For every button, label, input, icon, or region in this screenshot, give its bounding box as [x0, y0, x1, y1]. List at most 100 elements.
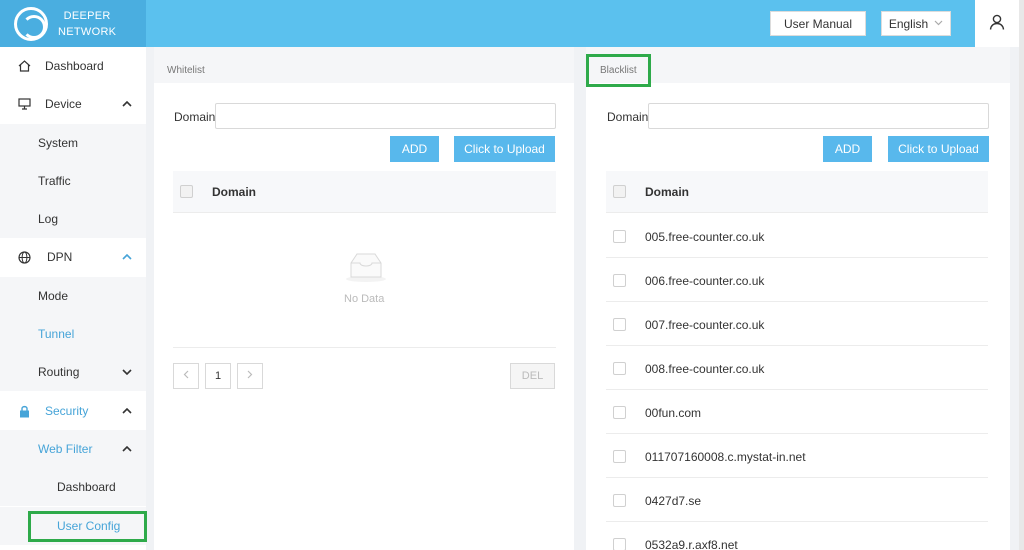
brand-name: DEEPER NETWORK [58, 8, 116, 40]
sidebar-item-dpn[interactable]: DPN [0, 238, 146, 276]
row-checkbox[interactable] [613, 538, 626, 550]
whitelist-delete-button[interactable]: DEL [510, 363, 555, 389]
whitelist-column-domain: Domain [212, 185, 257, 199]
sidebar-item-web-filter-dashboard[interactable]: Dashboard [0, 468, 146, 506]
empty-inbox-icon [344, 250, 388, 284]
user-icon [989, 14, 1005, 33]
sidebar-item-label: Dashboard [45, 59, 104, 73]
row-checkbox[interactable] [613, 450, 626, 463]
whitelist-table-divider [173, 347, 556, 348]
chevron-down-icon [121, 365, 133, 379]
row-checkbox[interactable] [613, 406, 626, 419]
sidebar-item-label: Security [45, 404, 89, 418]
sidebar-item-tunnel[interactable]: Tunnel [0, 315, 146, 353]
domain-cell: 007.free-counter.co.uk [645, 318, 765, 332]
domain-cell: 011707160008.c.mystat-in.net [645, 450, 806, 464]
sidebar-item-label: Dashboard [57, 480, 116, 494]
top-header: DEEPER NETWORK User Manual English [0, 0, 1024, 47]
sidebar-item-device[interactable]: Device [0, 85, 146, 123]
whitelist-table-header: Domain [173, 171, 556, 213]
row-checkbox[interactable] [613, 494, 626, 507]
table-row[interactable]: 008.free-counter.co.uk [606, 346, 988, 390]
domain-cell: 0427d7.se [645, 494, 702, 508]
sidebar-item-dashboard[interactable]: Dashboard [0, 47, 146, 85]
domain-cell: 005.free-counter.co.uk [645, 230, 765, 244]
user-manual-button[interactable]: User Manual [770, 11, 866, 36]
whitelist-domain-label: Domain: [174, 110, 219, 124]
blacklist-upload-button[interactable]: Click to Upload [888, 136, 989, 162]
brand-name-line1: DEEPER [63, 9, 111, 22]
chevron-down-icon [934, 18, 943, 29]
chevron-up-icon [121, 404, 133, 418]
chevron-right-icon [247, 370, 253, 382]
brand-logo-icon [14, 6, 48, 41]
chevron-up-icon [121, 250, 133, 264]
language-select-value: English [888, 16, 929, 31]
table-row[interactable]: 00fun.com [606, 390, 988, 434]
whitelist-next-page-button[interactable] [237, 363, 263, 389]
table-row[interactable]: 0427d7.se [606, 478, 988, 522]
monitor-icon [17, 97, 31, 111]
chevron-up-icon [121, 442, 133, 456]
sidebar-item-traffic[interactable]: Traffic [0, 162, 146, 200]
whitelist-select-all-checkbox[interactable] [180, 185, 193, 198]
blacklist-column-domain: Domain [645, 185, 690, 199]
row-checkbox[interactable] [613, 318, 626, 331]
sidebar-item-system[interactable]: System [0, 124, 146, 162]
blacklist-add-button[interactable]: ADD [823, 136, 872, 162]
blacklist-domain-label: Domain: [607, 110, 652, 124]
highlight-box [28, 511, 147, 542]
sidebar-item-web-filter[interactable]: Web Filter [0, 430, 146, 468]
sidebar-item-security[interactable]: Security [0, 392, 146, 430]
home-icon [17, 59, 31, 73]
highlight-box [586, 54, 651, 87]
domain-cell: 0532a9.r.axf8.net [645, 538, 738, 550]
whitelist-prev-page-button[interactable] [173, 363, 199, 389]
table-row[interactable]: 0532a9.r.axf8.net [606, 522, 988, 550]
sidebar-item-label: Traffic [38, 174, 71, 188]
sidebar-item-label: Web Filter [38, 442, 93, 456]
globe-icon [17, 250, 31, 264]
table-row[interactable]: 007.free-counter.co.uk [606, 302, 988, 346]
sidebar-item-label: Log [38, 212, 59, 226]
sidebar-item-label: Device [45, 97, 82, 111]
sidebar-item-label: Tunnel [38, 327, 75, 341]
domain-cell: 008.free-counter.co.uk [645, 362, 765, 376]
sidebar-item-label: System [38, 136, 79, 150]
row-checkbox[interactable] [613, 362, 626, 375]
blacklist-panel: Blacklist Domain: ADD Click to Upload Do… [586, 47, 1010, 550]
domain-cell: 00fun.com [645, 406, 702, 420]
row-checkbox[interactable] [613, 230, 626, 243]
whitelist-page-1[interactable]: 1 [205, 363, 231, 389]
blacklist-domain-input[interactable] [648, 103, 989, 129]
domain-cell: 006.free-counter.co.uk [645, 274, 765, 288]
sidebar-item-mode[interactable]: Mode [0, 277, 146, 315]
table-row[interactable]: 011707160008.c.mystat-in.net [606, 434, 988, 478]
chevron-up-icon [121, 97, 133, 111]
brand-name-line2: NETWORK [58, 25, 117, 38]
table-row[interactable]: 006.free-counter.co.uk [606, 258, 988, 302]
sidebar-item-label: Routing [38, 365, 80, 379]
chevron-left-icon [183, 370, 189, 382]
blacklist-select-all-checkbox[interactable] [613, 185, 626, 198]
sidebar: Dashboard Device System Traffic Log DPN … [0, 47, 147, 550]
blacklist-table-header: Domain [606, 171, 988, 213]
whitelist-header: Whitelist [154, 47, 574, 83]
whitelist-title: Whitelist [167, 65, 205, 76]
brand-logo[interactable]: DEEPER NETWORK [0, 0, 146, 47]
language-select[interactable]: English [881, 11, 951, 36]
table-row[interactable]: 005.free-counter.co.uk [606, 214, 988, 258]
whitelist-domain-input[interactable] [215, 103, 556, 129]
whitelist-add-button[interactable]: ADD [390, 136, 439, 162]
sidebar-item-label: Mode [38, 289, 69, 303]
page-scrollbar[interactable] [1019, 0, 1024, 550]
sidebar-item-routing[interactable]: Routing [0, 353, 146, 391]
whitelist-panel: Whitelist Domain: ADD Click to Upload Do… [154, 47, 574, 550]
account-button[interactable] [975, 0, 1019, 47]
sidebar-item-label: DPN [47, 250, 73, 264]
sidebar-item-log[interactable]: Log [0, 200, 146, 238]
lock-icon [17, 404, 31, 418]
row-checkbox[interactable] [613, 274, 626, 287]
whitelist-empty-text: No Data [344, 293, 385, 305]
whitelist-upload-button[interactable]: Click to Upload [454, 136, 555, 162]
